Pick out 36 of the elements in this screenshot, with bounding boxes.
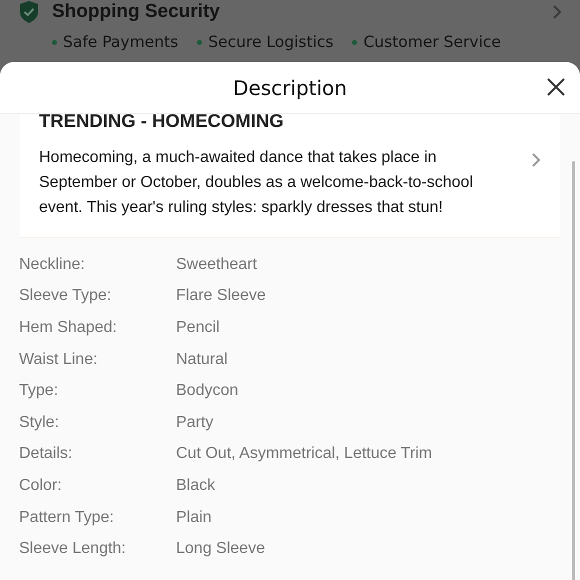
spec-label: Details:	[19, 445, 74, 464]
close-button[interactable]	[547, 78, 565, 96]
spec-label: Color:	[19, 476, 63, 495]
bullet-icon	[197, 40, 202, 44]
spec-value: Long Sleeve	[176, 540, 265, 558]
trending-title: TRENDING - HOMECOMING	[39, 114, 285, 132]
spec-label: Sleeve Length:	[19, 540, 127, 558]
sheet-title: Description	[233, 76, 347, 100]
shield-check-icon	[18, 0, 40, 24]
spec-value: Plain	[176, 508, 212, 527]
chevron-right-icon	[531, 152, 541, 168]
spec-label: Style:	[19, 414, 60, 432]
spec-label: Type:	[19, 382, 60, 400]
spec-value: Cut Out, Asymmetrical, Lettuce Trim	[176, 445, 432, 464]
spec-label: Neckline:	[19, 256, 86, 274]
spec-value: Bodycon	[176, 382, 238, 400]
security-point: Customer Service	[363, 33, 501, 51]
spec-value: Flare Sleeve	[176, 287, 266, 306]
spec-label: Sleeve Type:	[19, 287, 112, 306]
security-point: Secure Logistics	[208, 33, 334, 51]
spec-value: Party	[176, 414, 214, 432]
scrollbar[interactable]	[572, 161, 575, 580]
spec-label: Waist Line:	[19, 350, 99, 369]
spec-value: Natural	[176, 350, 228, 369]
spec-label: Hem Shaped:	[19, 318, 118, 337]
spec-value: Black	[176, 476, 216, 495]
spec-value: Sweetheart	[176, 256, 257, 274]
trending-text: Homecoming, a much-awaited dance that takes place in September or October, doubles as a welcome-back-to-school event. This year's ruling styles: sparkly dresses that stun!	[39, 148, 474, 218]
bullet-icon	[52, 40, 57, 44]
trending-card[interactable]: TRENDING - HOMECOMING Homecoming, a much-awaited dance that takes place in September or October, doubles as a welcome-back-to-school event. This year's ruling styles: sparkly dresses that stun!	[20, 114, 560, 238]
spec-label: Pattern Type:	[19, 508, 115, 527]
spec-value: Pencil	[176, 318, 220, 337]
section-title: Shopping Security	[52, 1, 221, 23]
security-point: Safe Payments	[63, 33, 178, 51]
bullet-icon	[352, 40, 358, 44]
chevron-right-icon	[552, 4, 562, 20]
